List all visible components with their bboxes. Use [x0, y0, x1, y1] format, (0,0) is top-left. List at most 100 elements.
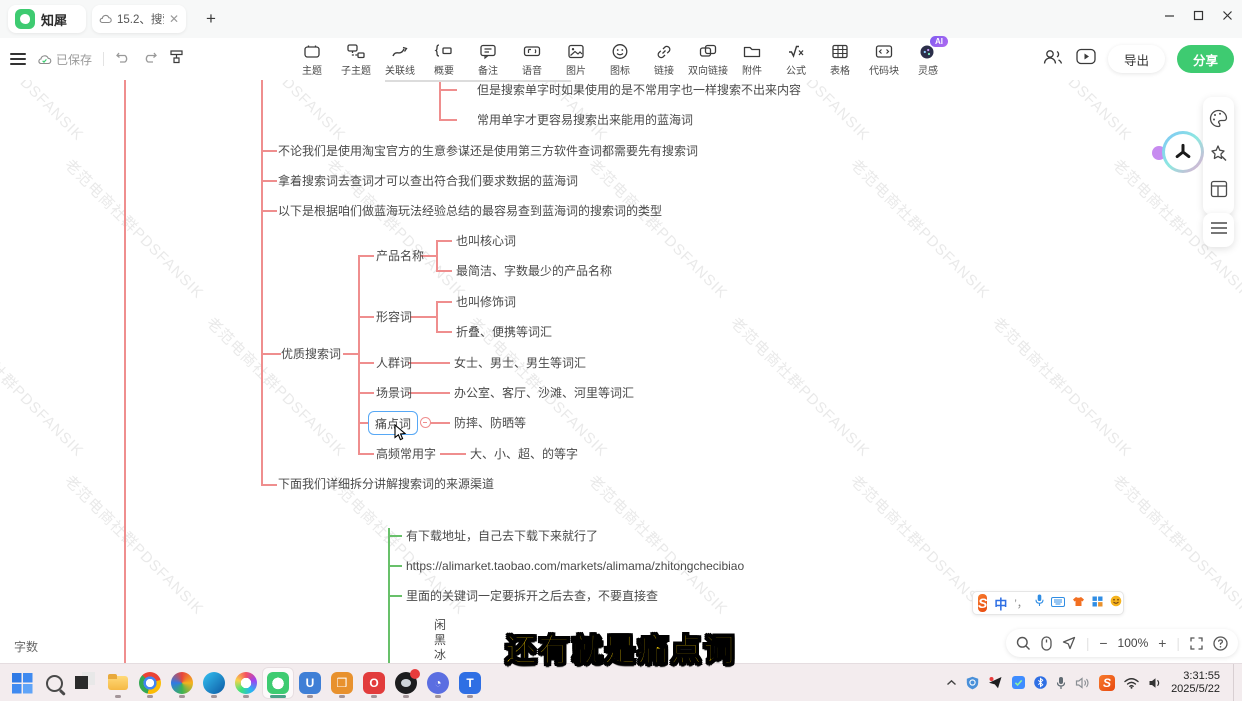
mindmap-node[interactable]: 不论我们是使用淘宝官方的生意参谋还是使用第三方软件查词都需要先有搜索词: [278, 144, 698, 158]
tray-sogou-icon[interactable]: S: [1099, 675, 1115, 691]
branch-line: [410, 316, 436, 318]
toolbar-item-15[interactable]: 灵感AI: [906, 40, 950, 78]
mindmap-node[interactable]: 优质搜索词: [281, 347, 341, 361]
toolbar-item-13[interactable]: 表格: [818, 40, 862, 78]
taskbar-clock[interactable]: 3:31:55 2025/5/22: [1171, 670, 1224, 696]
tray-chevron-up-icon[interactable]: [946, 679, 957, 687]
mindmap-node[interactable]: 人群词: [376, 356, 412, 370]
mindmap-node[interactable]: 有下载地址，自己去下载下来就行了: [406, 529, 598, 543]
taskbar-app-app-t[interactable]: T: [454, 667, 486, 699]
taskbar-app-browser-swirl[interactable]: [166, 667, 198, 699]
tray-telegram-icon[interactable]: [988, 676, 1003, 689]
tray-speaker-icon[interactable]: [1148, 677, 1162, 689]
toolbar-item-5[interactable]: 备注: [466, 40, 510, 78]
ime-keyboard-icon[interactable]: [1051, 594, 1065, 612]
toolbar-item-8[interactable]: 图标: [598, 40, 642, 78]
taskbar-app-app-squares[interactable]: ❒: [326, 667, 358, 699]
collapse-handle[interactable]: [420, 417, 431, 428]
toolbar-item-4[interactable]: 概要: [422, 40, 466, 78]
structure-layout-icon[interactable]: [1210, 180, 1228, 203]
toolbar-item-11[interactable]: 附件: [730, 40, 774, 78]
redo-button[interactable]: [142, 50, 158, 69]
palette-icon[interactable]: [1209, 109, 1228, 133]
ime-language-toggle[interactable]: 中: [994, 594, 1007, 613]
mouse-cursor: [393, 424, 407, 441]
taskbar-app-edge[interactable]: [198, 667, 230, 699]
taskbar-app-zhixi[interactable]: [262, 667, 294, 699]
toolbar-item-9[interactable]: 链接: [642, 40, 686, 78]
tray-bluetooth-icon[interactable]: [1034, 676, 1047, 689]
new-tab-button[interactable]: +: [200, 8, 222, 30]
taskbar-app-task-view[interactable]: [70, 667, 102, 699]
obs-icon: [395, 672, 417, 694]
mindmap-node[interactable]: 产品名称: [376, 249, 424, 263]
style-panel: [1203, 97, 1234, 215]
app-u-icon: U: [299, 672, 321, 694]
tray-sync-ok-icon[interactable]: [1012, 676, 1025, 689]
mindmap-node[interactable]: 里面的关键词一定要拆开之后去查，不要直接查: [406, 589, 658, 603]
taskbar-app-obs[interactable]: [390, 667, 422, 699]
toolbar-item-12[interactable]: 公式: [774, 40, 818, 78]
format-painter-button[interactable]: [169, 49, 184, 69]
toolbar-item-10[interactable]: 双向链接: [686, 40, 730, 78]
mindmap-node[interactable]: 但是搜索单字时如果使用的是不常用字也一样搜索不出来内容: [477, 83, 801, 97]
ime-mic-icon[interactable]: [1035, 594, 1044, 612]
tray-microphone-icon[interactable]: [1056, 676, 1066, 690]
toolbar-item-3[interactable]: 关联线: [378, 40, 422, 78]
sogou-logo-icon[interactable]: S: [978, 594, 987, 612]
menu-button[interactable]: [10, 53, 26, 65]
ime-punctuation-toggle[interactable]: ’，: [1014, 595, 1027, 611]
window-minimize-button[interactable]: [1155, 0, 1184, 30]
toolbar-item-2[interactable]: 子主题: [334, 40, 378, 78]
window-close-button[interactable]: [1213, 0, 1242, 30]
beautify-wand-icon[interactable]: [1209, 144, 1228, 168]
mindmap-node[interactable]: 高频常用字: [376, 447, 436, 461]
ime-emoji-icon[interactable]: [1110, 594, 1122, 612]
video-tutorial-icon[interactable]: [1076, 48, 1096, 70]
toolbar-item-7[interactable]: 图片: [554, 40, 598, 78]
mindmap-node[interactable]: 以下是根据咱们做蓝海玩法经验总结的最容易查到蓝海词的搜索词的类型: [278, 204, 662, 218]
outline-list-icon[interactable]: [1210, 221, 1228, 240]
ime-toolbox-icon[interactable]: [1092, 594, 1103, 612]
mindmap-node[interactable]: 下面我们详细拆分讲解搜索词的来源渠道: [278, 477, 494, 491]
mindmap-canvas[interactable]: 老范电商社群PDSFANSIK老范电商社群PDSFANSIK老范电商社群PDSF…: [0, 80, 1242, 663]
mindmap-node[interactable]: https://alimarket.taobao.com/markets/ali…: [406, 559, 744, 573]
mindmap-node[interactable]: 大、小、超、的等字: [470, 447, 578, 461]
undo-button[interactable]: [115, 50, 131, 69]
tray-volume-mixer-icon[interactable]: [1075, 677, 1090, 689]
ime-skin-icon[interactable]: [1072, 594, 1085, 612]
toolbar-item-1[interactable]: 主题: [290, 40, 334, 78]
taskbar-app-app-u[interactable]: U: [294, 667, 326, 699]
taskbar-app-app-swirl[interactable]: ◔: [422, 667, 454, 699]
mindmap-node[interactable]: 也叫核心词: [456, 234, 516, 248]
mindmap-node[interactable]: 场景词: [376, 386, 412, 400]
ai-assistant-button[interactable]: [1162, 131, 1204, 173]
document-tab[interactable]: 15.2、搜索... ✕: [92, 5, 186, 33]
taskbar-app-file-explorer[interactable]: [102, 667, 134, 699]
toolbar-item-14[interactable]: 代码块: [862, 40, 906, 78]
mindmap-node[interactable]: 女士、男士、男生等词汇: [454, 356, 586, 370]
mindmap-node[interactable]: 常用单字才更容易搜索出来能用的蓝海词: [477, 113, 693, 127]
window-maximize-button[interactable]: [1184, 0, 1213, 30]
taskbar-app-start[interactable]: [6, 667, 38, 699]
app-home-button[interactable]: 知犀: [8, 5, 86, 33]
taskbar-app-chrome[interactable]: [134, 667, 166, 699]
mindmap-node[interactable]: 防摔、防晒等: [454, 416, 526, 430]
branch-line: [261, 210, 277, 212]
taskbar-app-colorful-ring-app[interactable]: [230, 667, 262, 699]
mindmap-node[interactable]: 办公室、客厅、沙滩、河里等词汇: [454, 386, 634, 400]
toolbar-item-6[interactable]: 语音: [510, 40, 554, 78]
share-button[interactable]: 分享: [1177, 45, 1234, 73]
tray-wifi-icon[interactable]: [1124, 677, 1139, 689]
mindmap-node[interactable]: 折叠、便携等词汇: [456, 325, 552, 339]
mindmap-node[interactable]: 形容词: [376, 310, 412, 324]
tray-security-shield-icon[interactable]: [966, 676, 979, 690]
taskbar-app-search[interactable]: [38, 667, 70, 699]
mindmap-node[interactable]: 也叫修饰词: [456, 295, 516, 309]
mindmap-node[interactable]: 最简洁、字数最少的产品名称: [456, 264, 612, 278]
mindmap-node[interactable]: 拿着搜索词去查词才可以查出符合我们要求数据的蓝海词: [278, 174, 578, 188]
export-button[interactable]: 导出: [1108, 45, 1165, 73]
tab-close-icon[interactable]: ✕: [169, 12, 179, 26]
collaborate-icon[interactable]: [1042, 48, 1064, 71]
taskbar-app-app-o[interactable]: O: [358, 667, 390, 699]
